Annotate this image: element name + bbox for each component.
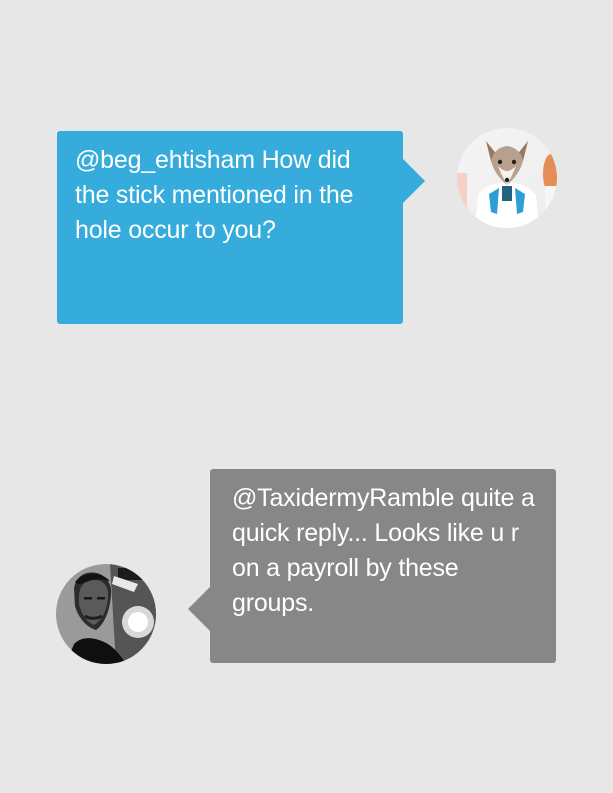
bubble-tail: [188, 587, 210, 631]
message-text: @beg_ehtisham How did the stick mentione…: [75, 146, 354, 244]
man-portrait-avatar-icon[interactable]: [56, 564, 156, 664]
message-bubble-outgoing[interactable]: @TaxidermyRamble quite a quick reply... …: [188, 469, 556, 663]
message-text: @TaxidermyRamble quite a quick reply... …: [232, 484, 535, 617]
fox-scientist-avatar-icon[interactable]: [457, 128, 557, 228]
bubble-tail: [403, 159, 425, 203]
message-bubble-incoming[interactable]: @beg_ehtisham How did the stick mentione…: [57, 131, 425, 324]
